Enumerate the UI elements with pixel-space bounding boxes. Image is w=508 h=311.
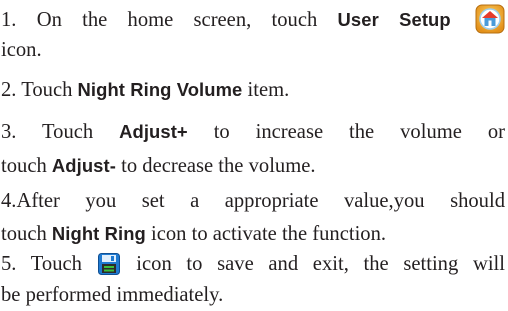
step-4-line-1: 4.After you set a appropriate value,you … bbox=[1, 186, 505, 217]
user-setup-home-icon bbox=[475, 4, 505, 34]
step-3-end-text: to decrease the volume. bbox=[115, 155, 316, 177]
save-exit-icon bbox=[97, 252, 120, 275]
adjust-minus-keyword: Adjust- bbox=[51, 155, 116, 176]
step-3-line-2: touch Adjust- to decrease the volume. bbox=[1, 150, 316, 181]
step-3-line-1: 3. Touch Adjust+ to increase the volume … bbox=[1, 116, 505, 147]
step-1-end-text: icon. bbox=[1, 39, 42, 61]
step-1-line-1: 1. On the home screen, touch User Setup bbox=[1, 4, 505, 35]
step-4-text-tail: touch bbox=[1, 223, 52, 245]
step-4-text: 4.After you set a appropriate value,you … bbox=[1, 190, 505, 212]
step-2-end-text: item. bbox=[242, 79, 290, 101]
adjust-plus-keyword: Adjust+ bbox=[119, 121, 188, 142]
step-1-text: 1. On the home screen, touch bbox=[1, 9, 338, 31]
step-3-mid-tail: touch bbox=[1, 155, 52, 177]
step-2-line: 2. Touch Night Ring Volume item. bbox=[1, 74, 289, 105]
step-4-end-text: icon to activate the function. bbox=[145, 223, 387, 245]
step-3-mid-text: to increase the volume or bbox=[187, 121, 505, 143]
step-2-text: 2. Touch bbox=[1, 79, 78, 101]
step-5-text: 5. Touch bbox=[1, 253, 97, 275]
night-ring-keyword: Night Ring bbox=[51, 223, 146, 244]
step-4-line-2: touch Night Ring icon to activate the fu… bbox=[1, 218, 386, 249]
step-5-mid-text: icon to save and exit, the setting will bbox=[121, 253, 505, 275]
step-5-end-text: be performed immediately. bbox=[1, 284, 224, 306]
step-3-text: 3. Touch bbox=[1, 121, 120, 143]
night-ring-volume-keyword: Night Ring Volume bbox=[77, 79, 243, 100]
step-1-line-2: icon. bbox=[1, 35, 42, 66]
step-5-line-1: 5. Touch icon to save and exit, the sett… bbox=[1, 249, 505, 280]
step-5-line-2: be performed immediately. bbox=[1, 280, 223, 311]
user-setup-keyword: User Setup bbox=[337, 9, 451, 30]
